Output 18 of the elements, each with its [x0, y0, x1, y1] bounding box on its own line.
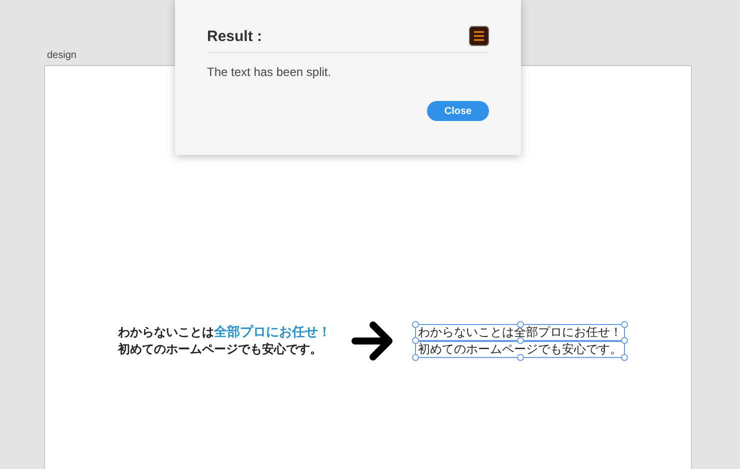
- selection-handle[interactable]: [621, 337, 628, 344]
- text-line: 初めてのホームページでも安心です。: [118, 341, 323, 358]
- selection-handle[interactable]: [517, 354, 524, 361]
- artboard-label: design: [47, 50, 76, 61]
- text-line: わからないことは全部プロにお任せ！: [118, 324, 331, 341]
- dialog-message: The text has been split.: [207, 65, 332, 79]
- text-frame[interactable]: 初めてのホームページでも安心です。: [415, 341, 625, 358]
- selection-handle[interactable]: [621, 354, 628, 361]
- selection-handle[interactable]: [621, 321, 628, 328]
- dialog-title: Result :: [207, 28, 262, 44]
- selection-handle[interactable]: [412, 321, 419, 328]
- arrow-icon: [351, 320, 395, 362]
- list-icon: [469, 26, 489, 46]
- selection-handle[interactable]: [412, 337, 419, 344]
- text-frame[interactable]: わからないことは全部プロにお任せ！: [415, 324, 625, 341]
- selection-handle[interactable]: [517, 337, 524, 344]
- selection-handle[interactable]: [412, 354, 419, 361]
- selection-handle[interactable]: [517, 321, 524, 328]
